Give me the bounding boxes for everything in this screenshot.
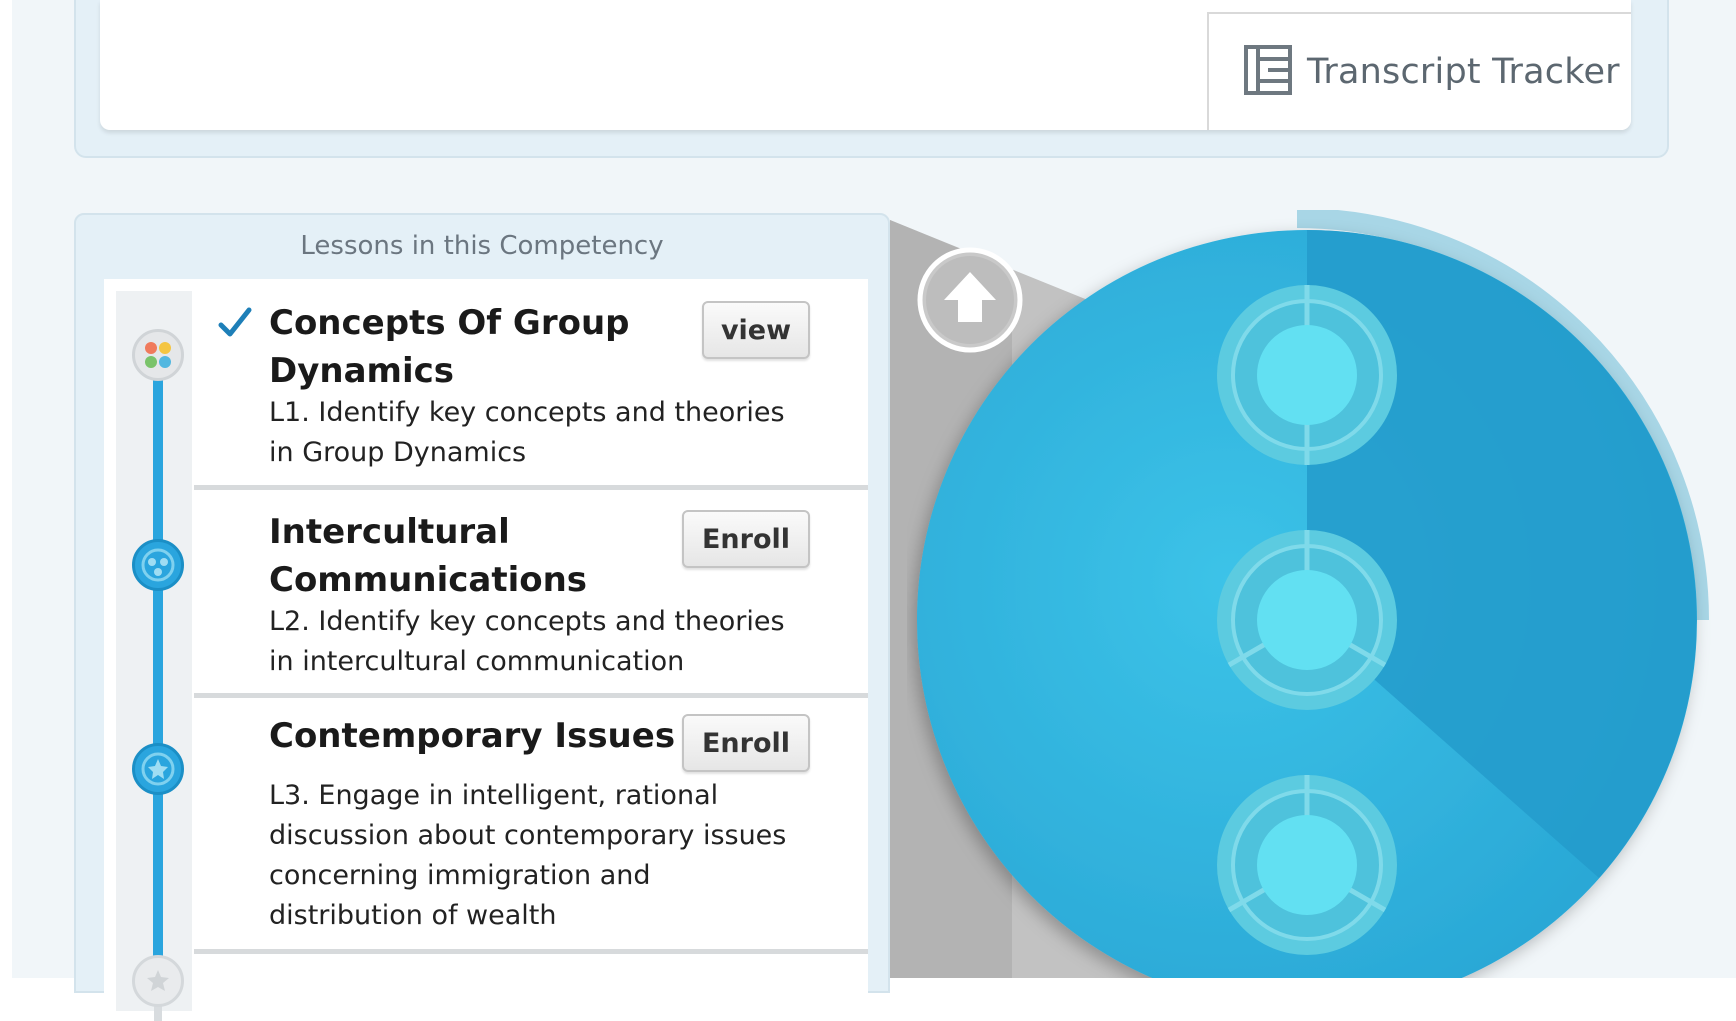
lesson-3-node (132, 743, 184, 795)
lesson-title: Concepts Of Group Dynamics (269, 303, 630, 391)
progress-ring-3 (1217, 775, 1397, 955)
lessons-panel: Lessons in this Competency Concepts Of G… (74, 213, 890, 1021)
progress-line-complete (153, 351, 163, 961)
progress-ring-1 (1217, 285, 1397, 465)
lesson-description: L1. Identify key concepts and theories i… (269, 397, 785, 468)
lesson-1-node (132, 329, 184, 381)
lesson-2-node (132, 539, 184, 591)
lessons-panel-title: Lessons in this Competency (300, 231, 664, 261)
competency-visual (907, 208, 1727, 1010)
page-background: Transcript Tracker Lessons in this Compe… (12, 0, 1736, 1021)
lesson-item: Intercultural Communications L2. Identif… (194, 490, 868, 698)
enroll-button[interactable]: Enroll (682, 714, 810, 772)
view-button[interactable]: view (702, 301, 810, 359)
lesson-1-node-icon (145, 342, 171, 368)
lesson-title: Contemporary Issues (269, 716, 676, 756)
lesson-item: Concepts Of Group Dynamics L1. Identify … (194, 279, 868, 490)
lesson-4-node-icon (147, 970, 169, 991)
enroll-button[interactable]: Enroll (682, 510, 810, 568)
lesson-description: L3. Engage in intelligent, rational disc… (269, 780, 787, 931)
progress-ring-2 (1217, 530, 1397, 710)
lesson-title: Intercultural Communications (269, 512, 588, 600)
lessons-list: Concepts Of Group Dynamics L1. Identify … (104, 279, 868, 1021)
lesson-item: Contemporary Issues L3. Engage in intell… (194, 698, 868, 954)
lesson-description: L2. Identify key concepts and theories i… (269, 606, 785, 677)
lesson-3-node-icon (141, 752, 175, 786)
progress-rail (116, 291, 192, 1021)
lesson-4-node (132, 955, 184, 1007)
lesson-2-node-icon (141, 548, 175, 582)
checkmark-icon (218, 307, 252, 343)
